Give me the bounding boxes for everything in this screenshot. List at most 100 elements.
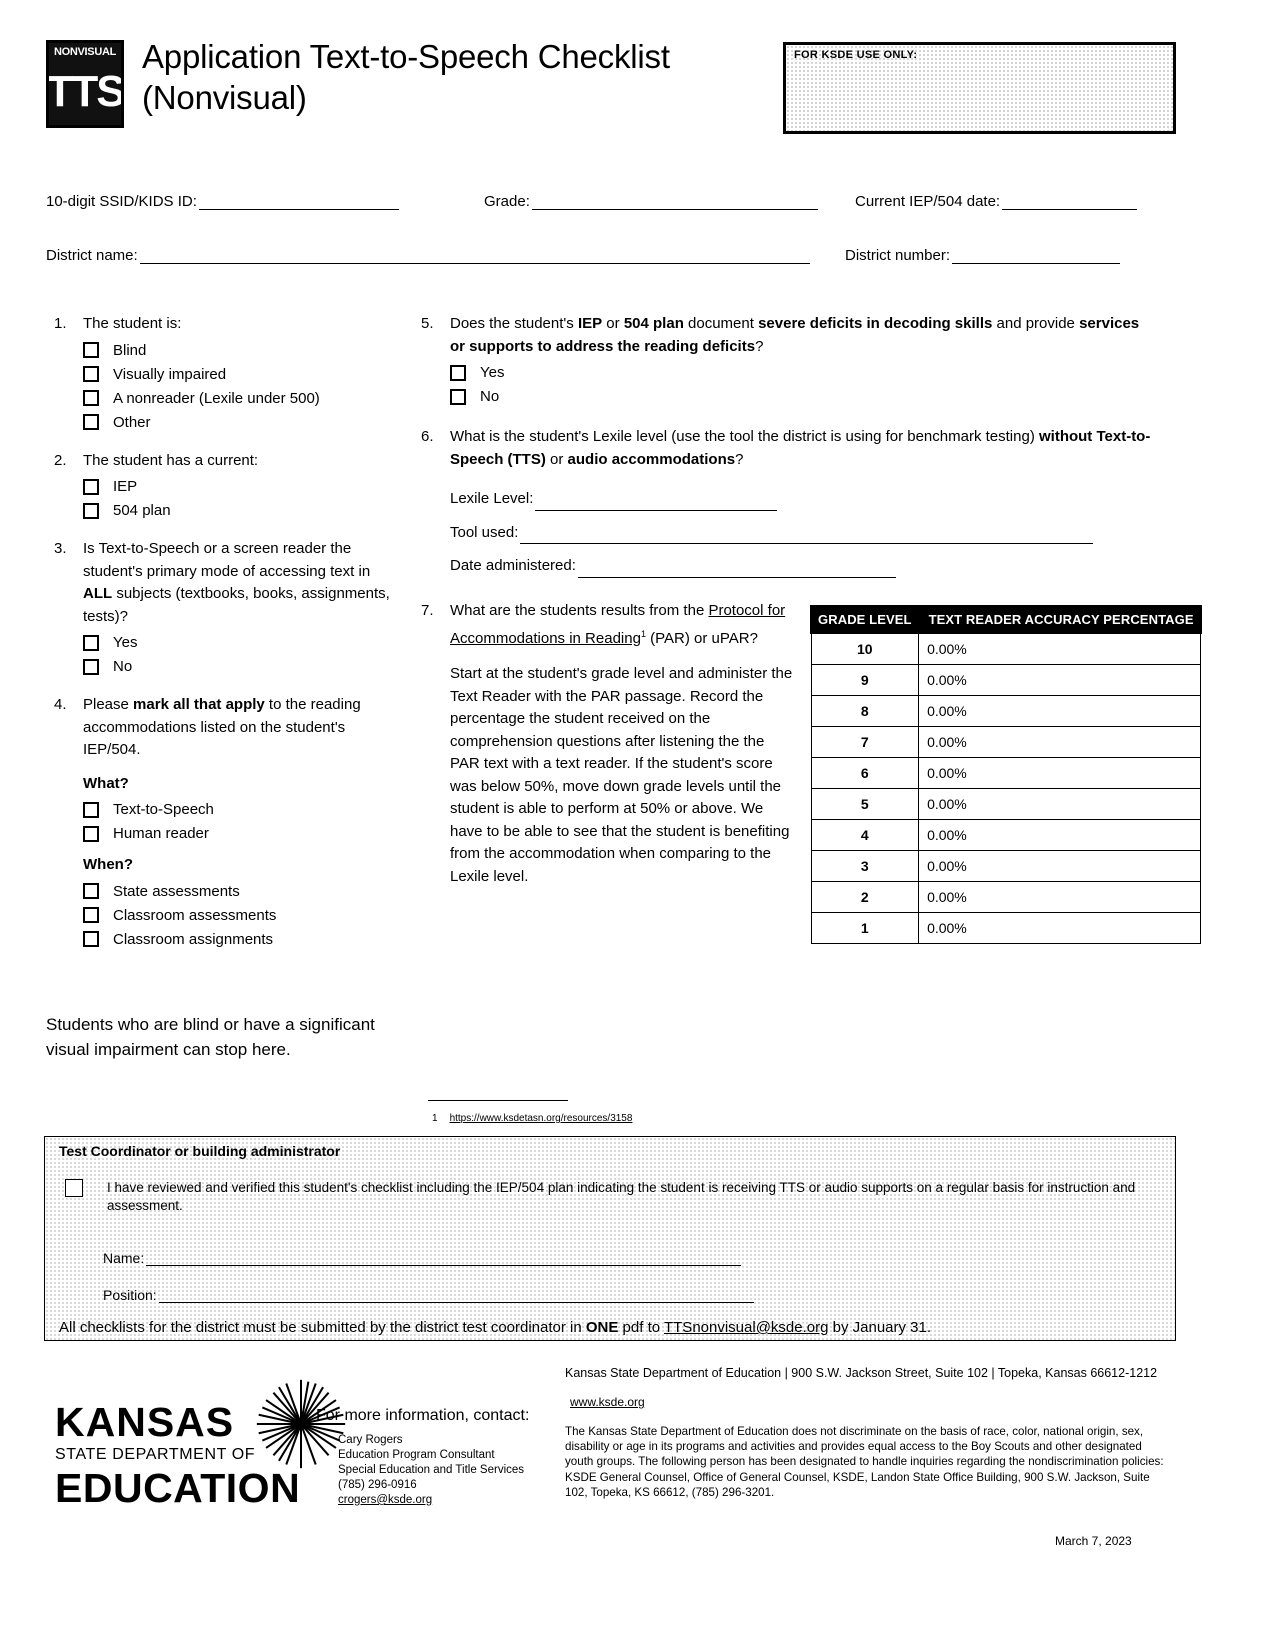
coordinator-name-input[interactable] <box>146 1250 742 1266</box>
q5-part-d: and provide <box>992 315 1080 332</box>
checkbox-icon[interactable] <box>83 634 99 651</box>
q4-what-option-tts[interactable]: Text-to-Speech <box>83 800 391 819</box>
coordinator-attestation-checkbox[interactable] <box>65 1179 83 1197</box>
district-number-field-group: District number: <box>845 247 1121 264</box>
accuracy-cell[interactable]: 0.00% <box>918 881 1202 913</box>
accuracy-cell[interactable]: 0.00% <box>918 850 1202 882</box>
q5-option-yes[interactable]: Yes <box>450 363 1153 382</box>
iep-date-label: Current IEP/504 date: <box>855 193 1001 210</box>
q2-option-iep-label: IEP <box>113 478 138 495</box>
q4-when-option-class-assign-label: Classroom assignments <box>113 930 274 948</box>
tool-used-input[interactable] <box>520 528 1094 544</box>
q3-text-part-b: subjects (textbooks, books, assignments,… <box>83 585 390 625</box>
checkbox-icon[interactable] <box>83 907 99 923</box>
checkbox-icon[interactable] <box>83 825 99 842</box>
district-name-input[interactable] <box>139 248 810 264</box>
checkbox-icon[interactable] <box>83 478 99 495</box>
question-3-number: 3. <box>54 540 67 557</box>
checkbox-icon[interactable] <box>450 388 466 405</box>
q1-option-visually-impaired-label: Visually impaired <box>113 365 227 383</box>
q4-when-option-state[interactable]: State assessments <box>83 882 391 901</box>
table-row: 3 0.00% <box>810 850 1202 882</box>
table-row: 5 0.00% <box>810 788 1202 820</box>
q6-part-b: or <box>545 450 568 468</box>
iep-date-input[interactable] <box>1002 194 1138 210</box>
q4-what-option-human-reader[interactable]: Human reader <box>83 824 391 843</box>
q1-option-nonreader-label: A nonreader (Lexile under 500) <box>113 389 320 407</box>
table-header-row: GRADE LEVEL TEXT READER ACCURACY PERCENT… <box>810 605 1202 634</box>
ksde-use-only-box[interactable]: FOR KSDE USE ONLY: <box>783 42 1176 134</box>
q2-option-504[interactable]: 504 plan <box>83 501 391 520</box>
footnote-separator <box>428 1100 568 1101</box>
q1-option-blind-label: Blind <box>113 341 147 359</box>
grade-input[interactable] <box>531 194 818 210</box>
coordinator-position-input[interactable] <box>158 1287 754 1303</box>
grade-cell: 3 <box>810 850 920 882</box>
q4-when-option-class-assess[interactable]: Classroom assessments <box>83 906 391 925</box>
district-number-label: District number: <box>845 247 951 264</box>
q1-option-visually-impaired[interactable]: Visually impaired <box>83 365 391 384</box>
date-administered-label: Date administered: <box>450 557 576 574</box>
submission-instructions: All checklists for the district must be … <box>59 1319 931 1336</box>
accuracy-cell[interactable]: 0.00% <box>918 788 1202 820</box>
accuracy-cell[interactable]: 0.00% <box>918 819 1202 851</box>
checkbox-icon[interactable] <box>83 502 99 519</box>
contact-email-link[interactable]: crogers@ksde.org <box>338 1493 546 1508</box>
accuracy-cell[interactable]: 0.00% <box>918 632 1202 665</box>
table-header-grade-level: GRADE LEVEL <box>810 605 920 634</box>
lexile-level-input[interactable] <box>535 495 778 511</box>
checkbox-icon[interactable] <box>450 364 466 381</box>
checkbox-icon[interactable] <box>83 414 99 430</box>
submission-email-link[interactable]: TTSnonvisual@ksde.org <box>664 1319 828 1336</box>
nondiscrimination-statement: The Kansas State Department of Education… <box>565 1425 1164 1499</box>
tool-used-field-group: Tool used: <box>450 522 1153 544</box>
q1-option-other-label: Other <box>113 413 151 431</box>
logo-nonvisual-text: NONVISUAL <box>49 43 121 59</box>
accuracy-cell[interactable]: 0.00% <box>918 695 1202 727</box>
q3-option-no[interactable]: No <box>83 657 391 676</box>
accuracy-cell[interactable]: 0.00% <box>918 726 1202 758</box>
q1-option-other[interactable]: Other <box>83 413 391 432</box>
q5-part-c: document <box>683 315 759 332</box>
table-row: 10 0.00% <box>810 632 1202 665</box>
checkbox-icon[interactable] <box>83 342 99 358</box>
q5-bold-3: severe deficits in decoding skills <box>758 315 993 332</box>
checkbox-icon[interactable] <box>83 366 99 382</box>
checkbox-icon[interactable] <box>83 658 99 675</box>
q5-bold-2: 504 plan <box>623 315 684 332</box>
checkbox-icon[interactable] <box>83 883 99 899</box>
accuracy-cell[interactable]: 0.00% <box>918 757 1202 789</box>
q1-option-nonreader[interactable]: A nonreader (Lexile under 500) <box>83 389 391 408</box>
coordinator-position-label: Position: <box>103 1287 157 1303</box>
checkbox-icon[interactable] <box>83 931 99 947</box>
ssid-input[interactable] <box>198 194 399 210</box>
tool-used-label: Tool used: <box>450 523 519 541</box>
table-row: 6 0.00% <box>810 757 1202 789</box>
q5-part-e: ? <box>755 337 764 355</box>
q6-part-a: What is the student's Lexile level (use … <box>450 428 1039 445</box>
q2-option-iep[interactable]: IEP <box>83 477 391 496</box>
submit-part-c: by January 31. <box>828 1319 932 1336</box>
accuracy-cell[interactable]: 0.00% <box>918 912 1202 944</box>
q4-when-option-class-assign[interactable]: Classroom assignments <box>83 930 391 949</box>
date-administered-input[interactable] <box>577 562 896 578</box>
footnote-url-link[interactable]: https://www.ksdetasn.org/resources/3158 <box>450 1113 633 1124</box>
district-name-field-group: District name: <box>46 247 810 264</box>
district-number-input[interactable] <box>952 248 1121 264</box>
q1-option-blind[interactable]: Blind <box>83 341 391 360</box>
q5-option-no[interactable]: No <box>450 387 1153 406</box>
accuracy-cell[interactable]: 0.00% <box>918 664 1202 696</box>
q3-option-yes[interactable]: Yes <box>83 633 391 652</box>
question-3-text: Is Text-to-Speech or a screen reader the… <box>83 540 390 625</box>
coordinator-name-field-group: Name: <box>103 1250 742 1266</box>
submit-part-b: pdf to <box>618 1319 664 1336</box>
question-7-text: What are the students results from the P… <box>450 602 785 647</box>
q6-part-c: ? <box>735 450 744 468</box>
ksde-logo-education: EDUCATION <box>55 1465 301 1511</box>
checkbox-icon[interactable] <box>83 801 99 818</box>
table-row: 2 0.00% <box>810 881 1202 913</box>
table-row: 1 0.00% <box>810 912 1202 944</box>
checkbox-icon[interactable] <box>83 390 99 406</box>
q7-part-b: (PAR) or uPAR? <box>645 629 758 647</box>
ksde-website-link[interactable]: www.ksde.org <box>570 1395 645 1409</box>
